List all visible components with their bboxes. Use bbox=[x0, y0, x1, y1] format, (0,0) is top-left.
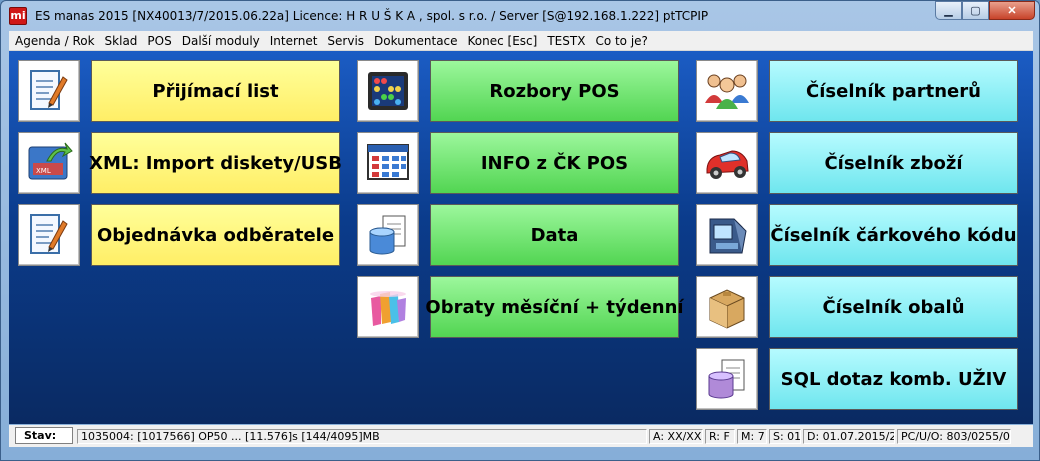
menu-konec[interactable]: Konec [Esc] bbox=[468, 34, 538, 48]
barcode-scanner-icon[interactable] bbox=[696, 204, 758, 266]
status-bar: Stav: 1035004: [1017566] OP50 ... [11.57… bbox=[9, 425, 1033, 447]
menu-internet[interactable]: Internet bbox=[270, 34, 318, 48]
title-bar[interactable]: mi ES manas 2015 [NX40013/7/2015.06.22a]… bbox=[1, 1, 1040, 31]
data-button[interactable]: Data bbox=[430, 204, 679, 266]
menu-servis[interactable]: Servis bbox=[327, 34, 364, 48]
menu-dalsi-moduly[interactable]: Další moduly bbox=[182, 34, 260, 48]
menu-testx[interactable]: TESTX bbox=[547, 34, 585, 48]
minimize-button[interactable]: ▁ bbox=[935, 1, 962, 20]
menu-pos[interactable]: POS bbox=[147, 34, 171, 48]
bar-chart-icon[interactable] bbox=[357, 276, 419, 338]
sql-dotaz-button[interactable]: SQL dotaz komb. UŽIV bbox=[769, 348, 1018, 410]
application-window: mi ES manas 2015 [NX40013/7/2015.06.22a]… bbox=[0, 0, 1040, 461]
rozbory-pos-button[interactable]: Rozbory POS bbox=[430, 60, 679, 122]
svg-text:XML: XML bbox=[36, 167, 51, 175]
ciselnik-carkoveho-kodu-button[interactable]: Číselník čárkového kódu bbox=[769, 204, 1018, 266]
main-workspace: Přijímací list XML XML: Import diskety/U… bbox=[9, 51, 1033, 424]
ciselnik-zbozi-button[interactable]: Číselník zboží bbox=[769, 132, 1018, 194]
status-s: S: 01 bbox=[769, 429, 801, 444]
status-a: A: XX/XX bbox=[649, 429, 703, 444]
ciselnik-obalu-button[interactable]: Číselník obalů bbox=[769, 276, 1018, 338]
status-pc: PC/U/O: 803/0255/00 bbox=[897, 429, 1011, 444]
status-main-info: 1035004: [1017566] OP50 ... [11.576]s [1… bbox=[77, 429, 647, 444]
xml-import-button[interactable]: XML: Import diskety/USB bbox=[89, 132, 342, 194]
status-m: M: 7 bbox=[737, 429, 767, 444]
order-document-icon[interactable] bbox=[18, 204, 80, 266]
prijimaci-list-button[interactable]: Přijímací list bbox=[91, 60, 340, 122]
close-button[interactable]: ✕ bbox=[989, 1, 1035, 20]
database-icon[interactable] bbox=[357, 204, 419, 266]
xml-import-icon[interactable]: XML bbox=[18, 132, 80, 194]
window-title: ES manas 2015 [NX40013/7/2015.06.22a] Li… bbox=[35, 9, 709, 23]
window-controls: ▁ ▢ ✕ bbox=[935, 1, 1035, 21]
objednavka-button[interactable]: Objednávka odběratele bbox=[91, 204, 340, 266]
package-box-icon[interactable] bbox=[696, 276, 758, 338]
sql-query-icon[interactable] bbox=[696, 348, 758, 410]
info-ck-pos-button[interactable]: INFO z ČK POS bbox=[430, 132, 679, 194]
status-r: R: F bbox=[705, 429, 735, 444]
menu-bar: Agenda / Rok Sklad POS Další moduly Inte… bbox=[9, 31, 1033, 51]
obraty-button[interactable]: Obraty měsíční + týdenní bbox=[425, 276, 684, 338]
menu-agenda[interactable]: Agenda / Rok bbox=[15, 34, 95, 48]
menu-dokumentace[interactable]: Dokumentace bbox=[374, 34, 457, 48]
calendar-table-icon[interactable] bbox=[357, 132, 419, 194]
abacus-icon[interactable] bbox=[357, 60, 419, 122]
partners-people-icon[interactable] bbox=[696, 60, 758, 122]
ciselnik-partneru-button[interactable]: Číselník partnerů bbox=[769, 60, 1018, 122]
car-icon[interactable] bbox=[696, 132, 758, 194]
status-label: Stav: bbox=[15, 427, 73, 444]
status-date: D: 01.07.2015/27 bbox=[803, 429, 895, 444]
maximize-button[interactable]: ▢ bbox=[962, 1, 989, 20]
document-pen-icon[interactable] bbox=[18, 60, 80, 122]
menu-co-to-je[interactable]: Co to je? bbox=[595, 34, 647, 48]
menu-sklad[interactable]: Sklad bbox=[105, 34, 138, 48]
app-logo-icon[interactable]: mi bbox=[9, 7, 27, 25]
